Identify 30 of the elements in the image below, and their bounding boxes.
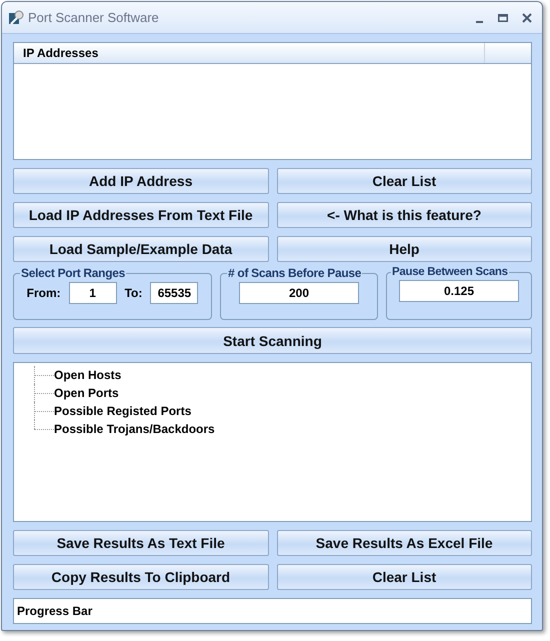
action-button[interactable]: Clear List [276, 168, 532, 194]
close-icon [522, 12, 532, 22]
pause-field[interactable]: 0.125 [399, 280, 519, 302]
tree-item[interactable]: Possible Trojans/Backdoors [54, 422, 215, 436]
group-title: Select Port Ranges [20, 266, 126, 280]
minimize-icon [476, 20, 482, 22]
from-label: From: [26, 286, 61, 300]
scan-count-field[interactable]: 200 [239, 282, 359, 304]
tree-item[interactable]: Possible Registed Ports [54, 404, 192, 418]
action-button[interactable]: Copy Results To Clipboard [13, 564, 268, 590]
window-title: Port Scanner Software [28, 10, 160, 25]
ip-address-list[interactable]: IP Addresses [13, 42, 532, 160]
app-icon [8, 10, 24, 26]
group-title: # of Scans Before Pause [227, 266, 362, 280]
action-button[interactable]: Clear List [276, 564, 532, 590]
action-button[interactable]: Save Results As Excel File [276, 530, 532, 556]
action-button[interactable]: Load Sample/Example Data [13, 236, 268, 262]
action-button[interactable]: <- What is this feature? [276, 202, 532, 228]
action-button[interactable]: Add IP Address [13, 168, 268, 194]
from-port-field[interactable]: 1 [68, 282, 117, 304]
start-scanning-button[interactable]: Start Scanning [13, 327, 532, 354]
group-title: Pause Between Scans [391, 266, 509, 278]
maximize-icon [498, 14, 508, 22]
action-button[interactable]: Save Results As Text File [13, 530, 268, 556]
tree-item[interactable]: Open Ports [54, 386, 119, 400]
to-port-field[interactable]: 65535 [150, 282, 198, 304]
action-button[interactable]: Load IP Addresses From Text File [13, 202, 268, 228]
to-label: To: [124, 286, 142, 300]
tree-item[interactable]: Open Hosts [54, 368, 122, 382]
action-button[interactable]: Help [276, 236, 532, 262]
